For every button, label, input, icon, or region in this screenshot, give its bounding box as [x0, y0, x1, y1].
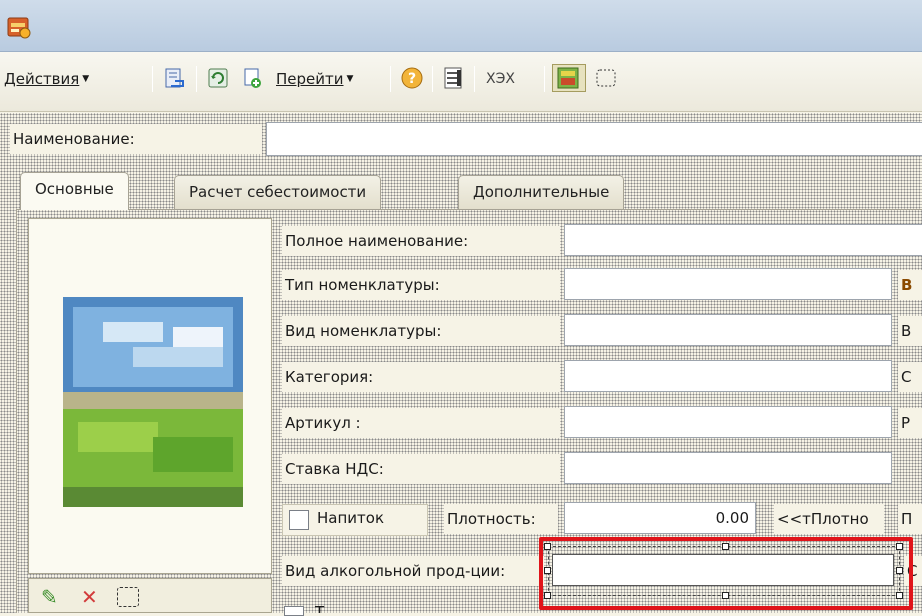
vat-rate-input[interactable]	[564, 452, 892, 484]
name-input[interactable]	[266, 122, 922, 156]
density-unit-label: <<тПлотно	[774, 504, 884, 534]
item-type-label: Тип номенклатуры:	[282, 270, 560, 300]
delete-icon[interactable]: ✕	[81, 585, 98, 609]
form-list-button[interactable]	[440, 64, 468, 92]
article-input[interactable]	[564, 406, 892, 438]
article-label: Артикул :	[282, 408, 560, 438]
item-kind-label: Вид номенклатуры:	[282, 316, 560, 346]
item-kind-side-label: В	[898, 316, 922, 346]
picture-panel[interactable]	[28, 218, 272, 574]
vat-rate-label: Ставка НДС:	[282, 454, 560, 484]
svg-text:?: ?	[408, 71, 416, 87]
item-type-side-label: В	[898, 270, 922, 300]
toolbar-separator	[390, 66, 391, 92]
toolbar-separator	[544, 66, 545, 92]
form-editor-button[interactable]	[552, 64, 586, 92]
help-icon: ?	[401, 67, 423, 89]
xex-button[interactable]: ХЭХ	[486, 64, 515, 94]
tab-cost-calculation[interactable]: Расчет себестоимости	[174, 175, 382, 209]
list-icon	[444, 67, 462, 89]
drink-checkbox-row[interactable]: Напиток	[282, 504, 428, 536]
density-input[interactable]: 0.00	[564, 502, 756, 534]
next-row-checkbox[interactable]	[284, 606, 304, 616]
select-frame-button[interactable]	[592, 64, 620, 92]
full-name-label: Полное наименование:	[282, 226, 560, 256]
copy-button[interactable]	[238, 64, 266, 92]
alcohol-kind-label: Вид алкогольной прод-ции:	[282, 556, 544, 586]
chevron-down-icon: ▼	[346, 74, 354, 84]
toolbar-separator	[196, 66, 197, 92]
drink-checkbox-label: Напиток	[317, 509, 385, 527]
category-side-label: С	[898, 362, 922, 392]
density-label: Плотность:	[444, 504, 558, 534]
category-input[interactable]	[564, 360, 892, 392]
app-icon	[6, 14, 32, 40]
actions-menu-label[interactable]: Действия	[4, 70, 79, 88]
refresh-button[interactable]	[204, 64, 232, 92]
actions-menu[interactable]: Действия ▼	[4, 64, 89, 94]
picture-toolbar: ✎ ✕	[28, 578, 272, 613]
save-close-icon	[165, 68, 184, 88]
help-button[interactable]: ?	[398, 64, 426, 92]
goto-menu-label[interactable]: Перейти	[276, 70, 344, 88]
article-side-label: Р	[898, 408, 922, 438]
tab-additional[interactable]: Дополнительные	[458, 175, 625, 209]
save-and-close-button[interactable]	[160, 64, 188, 92]
toolbar-separator	[474, 66, 475, 92]
item-type-input[interactable]	[564, 268, 892, 300]
name-label: Наименование:	[10, 124, 262, 154]
toolbar-separator	[432, 66, 433, 92]
drink-checkbox[interactable]	[289, 510, 309, 530]
item-kind-input[interactable]	[564, 314, 892, 346]
toolbar: Действия ▼ Перейти ▼ ? ХЭХ	[0, 52, 922, 112]
pencil-icon[interactable]: ✎	[41, 585, 58, 609]
full-name-input[interactable]	[564, 224, 922, 256]
title-bar	[0, 0, 922, 52]
chevron-down-icon: ▼	[82, 74, 90, 84]
next-row-label: Т	[315, 603, 325, 613]
density-side-label: П	[898, 504, 922, 534]
refresh-icon	[208, 68, 228, 88]
highlight-box	[539, 537, 913, 610]
xex-label: ХЭХ	[486, 71, 515, 87]
category-label: Категория:	[282, 362, 560, 392]
tab-main[interactable]: Основные	[20, 172, 129, 210]
product-picture	[63, 297, 243, 507]
dotted-frame-icon	[596, 69, 616, 87]
dotted-frame-icon[interactable]	[117, 587, 139, 607]
goto-menu[interactable]: Перейти ▼	[276, 64, 353, 94]
form-editor-icon	[557, 67, 579, 89]
copy-doc-icon	[244, 68, 261, 88]
toolbar-separator	[152, 66, 153, 92]
